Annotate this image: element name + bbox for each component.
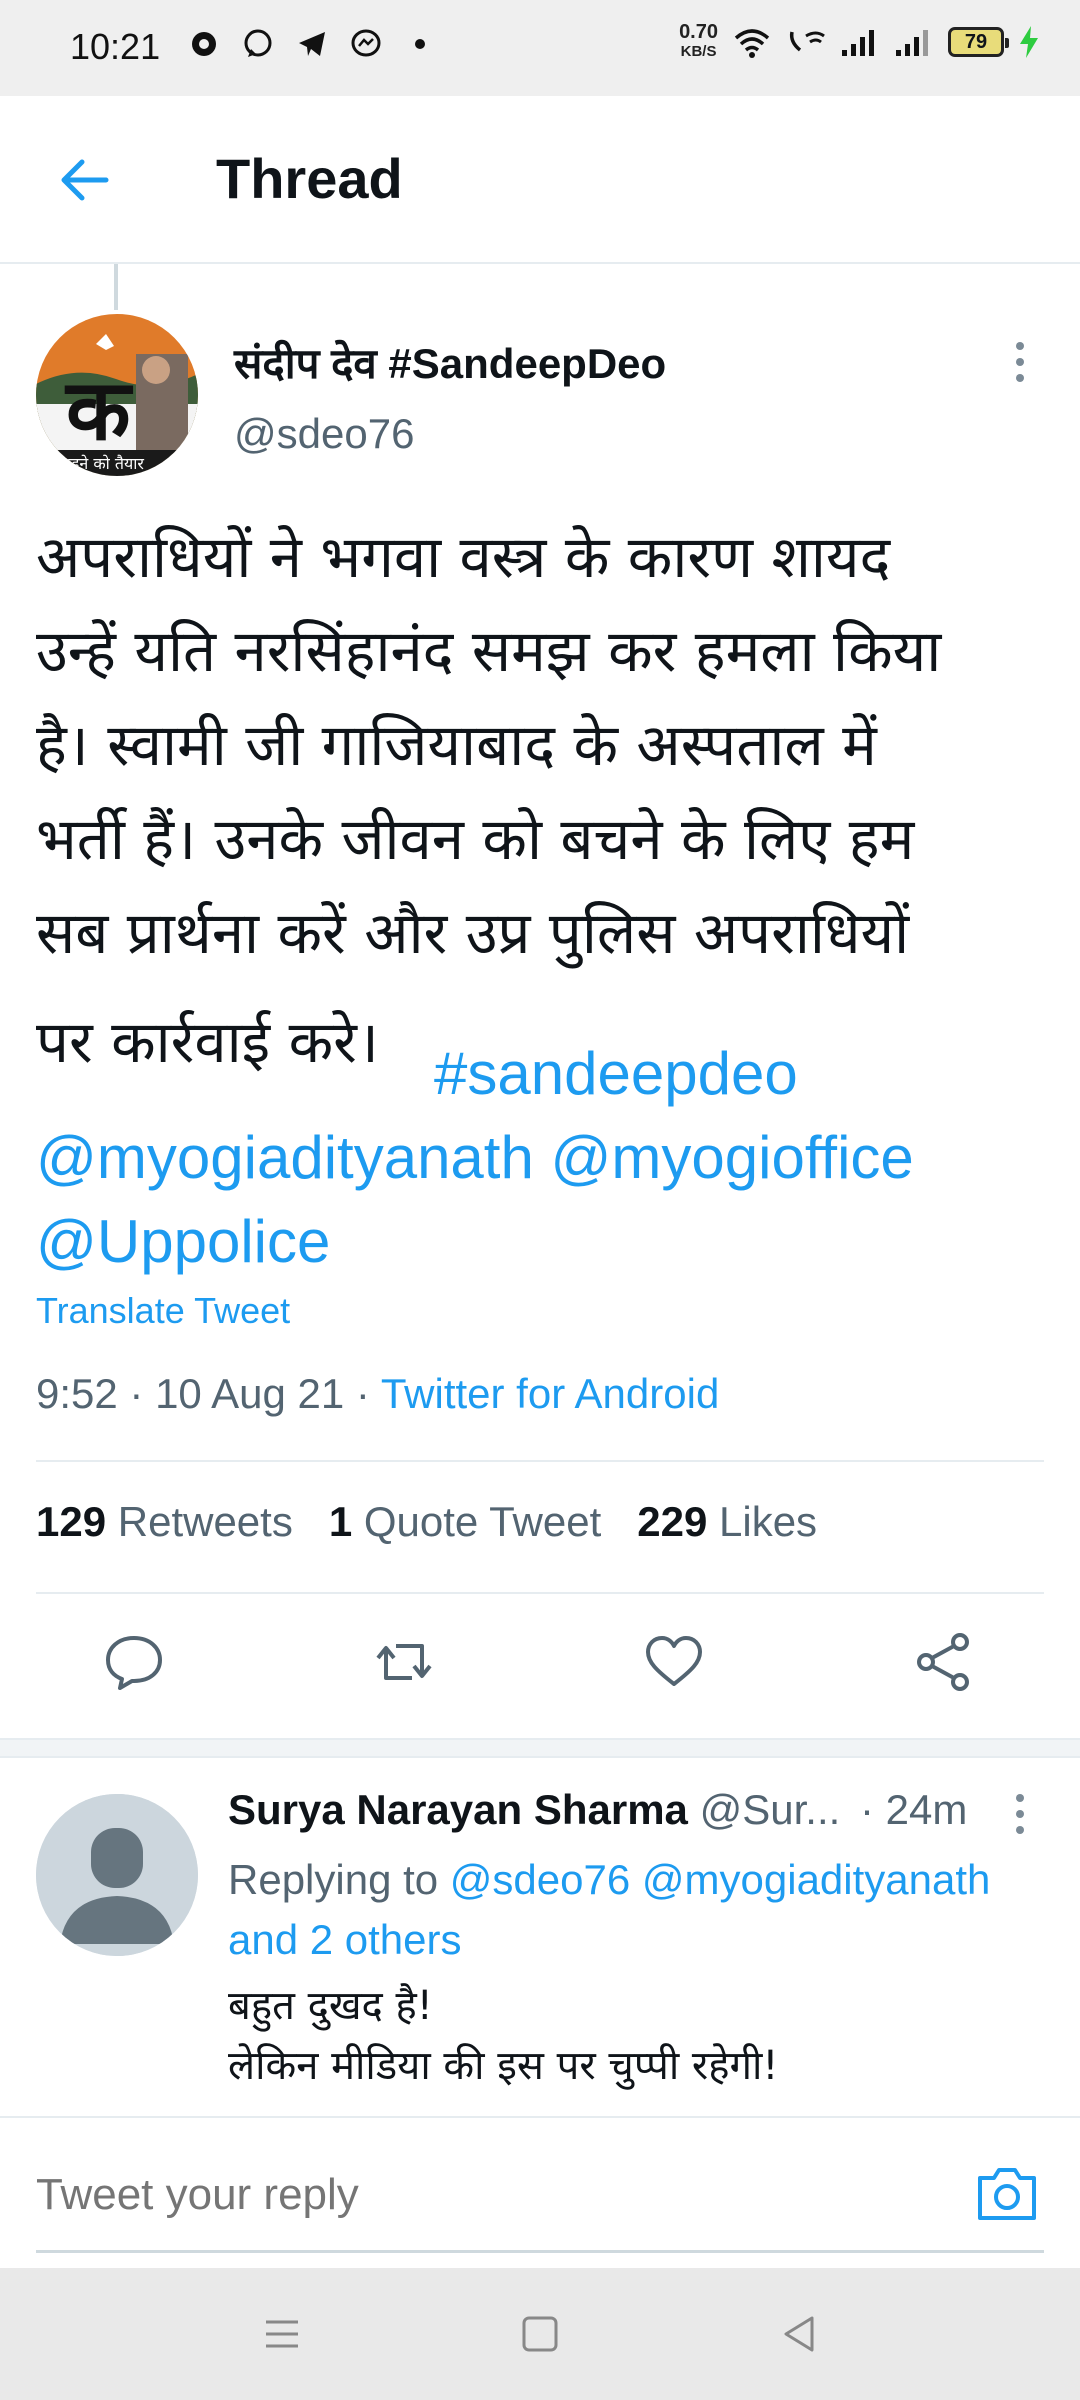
divider [36,1592,1044,1594]
likes-stat[interactable]: 229 Likes [637,1498,817,1545]
network-speed: 0.70 KB/S [679,21,718,60]
square-icon [522,2316,558,2352]
tweet-meta: 9:52 · 10 Aug 21 · Twitter for Android [36,1370,719,1418]
tweet-text-line: अपराधियों ने भगवा वस्त्र के कारण शायद [36,523,891,591]
reply-avatar[interactable] [36,1794,198,1956]
input-underline [36,2250,1044,2253]
author-avatar[interactable]: क लड़ने को तैयार [36,314,198,476]
reply-button[interactable] [102,1630,166,1694]
wifi-calling-icon [789,31,825,52]
tweet-text: अपराधियों ने भगवा वस्त्र के कारण शायद उन… [36,510,1046,980]
replying-to: Replying to @sdeo76 @myogiadityanath and… [228,1856,991,1963]
translate-tweet-link[interactable]: Translate Tweet [36,1290,290,1332]
mention-link-myogiadityanath[interactable]: @myogiadityanath [36,1124,534,1191]
more-vertical-icon [1008,1792,1032,1834]
comment-icon [106,1636,162,1690]
tweet-actions [0,1630,1080,1700]
reply-input[interactable] [36,2170,936,2220]
mention-line: @Uppolice [36,1200,330,1284]
nav-back-button[interactable] [776,2310,824,2358]
like-button[interactable] [642,1630,706,1694]
camera-icon [978,2168,1036,2220]
arrow-left-icon [61,159,109,201]
status-time: 10:21 [70,26,161,67]
signal-1-icon [842,30,874,56]
dot-icon [404,28,436,60]
status-bar: 10:21 0.70 KB/S 79 [0,0,1080,96]
signal-2-icon [896,30,928,56]
thread-connector [114,264,118,310]
menu-icon [266,2320,298,2348]
tweet-text-line: भर्ती हैं। उनके जीवन को बचने के लिए हम [36,805,915,873]
mention-line: @myogiadityanath @myogioffice [36,1116,914,1200]
replying-to-others[interactable]: and 2 others [228,1916,462,1963]
retweet-icon [376,1644,432,1680]
divider [36,1460,1044,1462]
mention-link-myogioffice[interactable]: @myogioffice [551,1124,914,1191]
reply-timestamp: · 24m [860,1786,968,1833]
whatsapp-icon [242,28,274,60]
retweet-button[interactable] [372,1630,436,1694]
reply-header: Surya Narayan Sharma @Sur... [228,1786,840,1834]
section-separator [0,1738,1080,1758]
app-notification-icon [188,28,220,60]
nav-menu-button[interactable] [258,2310,306,2358]
author-handle[interactable]: @sdeo76 [234,410,414,458]
system-status: 0.70 KB/S 79 [679,22,1040,62]
quote-tweets-stat[interactable]: 1 Quote Tweet [329,1498,601,1545]
notification-icons [188,28,436,60]
share-button[interactable] [912,1630,976,1694]
reply-more-button[interactable] [1008,1792,1032,1838]
telegram-icon [296,28,328,60]
tweet-stats: 129 Retweets 1 Quote Tweet 229 Likes [36,1498,817,1546]
page-title: Thread [216,147,403,210]
camera-button[interactable] [972,2162,1042,2226]
nav-home-button[interactable] [516,2310,564,2358]
system-nav-bar [0,2268,1080,2400]
reply-author-handle[interactable]: @Sur... [700,1786,841,1833]
tweet-text-line: उन्हें यति नरसिंहानंद समझ कर हमला किया [36,617,942,685]
triangle-back-icon [784,2316,814,2352]
tweet-text-line: पर कार्रवाई करे। [36,1008,379,1076]
avatar-tagline: लड़ने को तैयार [60,454,144,473]
replying-to-links[interactable]: @sdeo76 @myogiadityanath [450,1856,991,1903]
reply-text-line: बहुत दुखद है! [228,1983,433,2029]
battery-indicator: 79 [948,27,1009,57]
wifi-icon [734,29,770,58]
tweet-text-line: है। स्वामी जी गाजियाबाद के अस्पताल में [36,711,877,779]
reply-text: बहुत दुखद है! लेकिन मीडिया की इस पर चुप्… [228,1976,778,2096]
avatar-logo-text: क [66,361,131,459]
more-vertical-icon [1008,340,1032,382]
back-button[interactable] [56,152,112,208]
author-name[interactable]: संदीप देव #SandeepDeo [234,334,666,391]
messenger-icon [350,28,382,60]
share-icon [917,1633,969,1691]
hashtag-link[interactable]: #sandeepdeo [434,1032,798,1116]
tweet-text-line: सब प्रार्थना करें और उप्र पुलिस अपराधियो… [36,899,910,967]
charging-icon [1020,26,1038,58]
tweet-more-button[interactable] [1008,340,1032,386]
heart-icon [646,1636,702,1686]
default-avatar-icon [36,1794,198,1956]
reply-author-name[interactable]: Surya Narayan Sharma [228,1786,688,1833]
app-header: Thread [0,96,1080,264]
reply-composer [0,2116,1080,2268]
tweet-timestamp: 9:52 · 10 Aug 21 · [36,1370,381,1417]
tweet-source-link[interactable]: Twitter for Android [381,1370,719,1417]
retweets-stat[interactable]: 129 Retweets [36,1498,293,1545]
mention-link-uppolice[interactable]: @Uppolice [36,1208,330,1275]
reply-text-line: लेकिन मीडिया की इस पर चुप्पी रहेगी! [228,2043,779,2089]
